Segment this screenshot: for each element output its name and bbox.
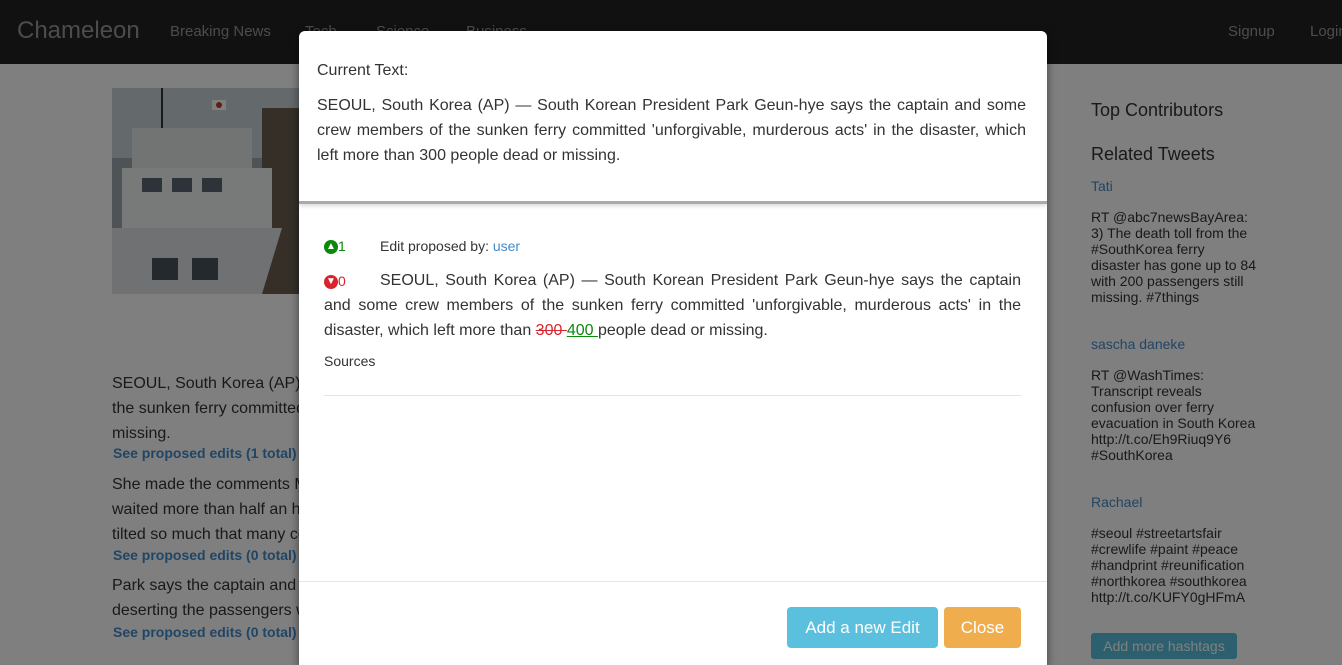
deleted-text: 300 (535, 322, 567, 339)
close-button[interactable]: Close (944, 607, 1021, 648)
divider (324, 395, 1021, 396)
add-new-edit-button[interactable]: Add a new Edit (787, 607, 938, 648)
edit-proposed-by: Edit proposed by: user (380, 238, 520, 254)
upvote-control[interactable]: ▲ 1 (324, 238, 346, 255)
proposed-by-label: Edit proposed by: (380, 238, 489, 254)
inserted-text: 400 (566, 322, 598, 339)
proposed-edit-text: SEOUL, South Korea (AP) — South Korean P… (324, 268, 1021, 343)
proposed-edits-modal: Current Text: SEOUL, South Korea (AP) — … (299, 31, 1047, 665)
proposer-user-link[interactable]: user (493, 238, 520, 254)
edit-text-after: people dead or missing. (597, 322, 768, 339)
arrow-up-circle-icon[interactable]: ▲ (324, 240, 338, 255)
current-text-label: Current Text: (317, 62, 409, 79)
sources-label: Sources (324, 353, 376, 369)
current-text: SEOUL, South Korea (AP) — South Korean P… (317, 97, 1026, 164)
modal-footer-divider (299, 581, 1047, 582)
upvote-count: 1 (338, 238, 346, 254)
modal-header: Current Text: SEOUL, South Korea (AP) — … (299, 31, 1047, 204)
